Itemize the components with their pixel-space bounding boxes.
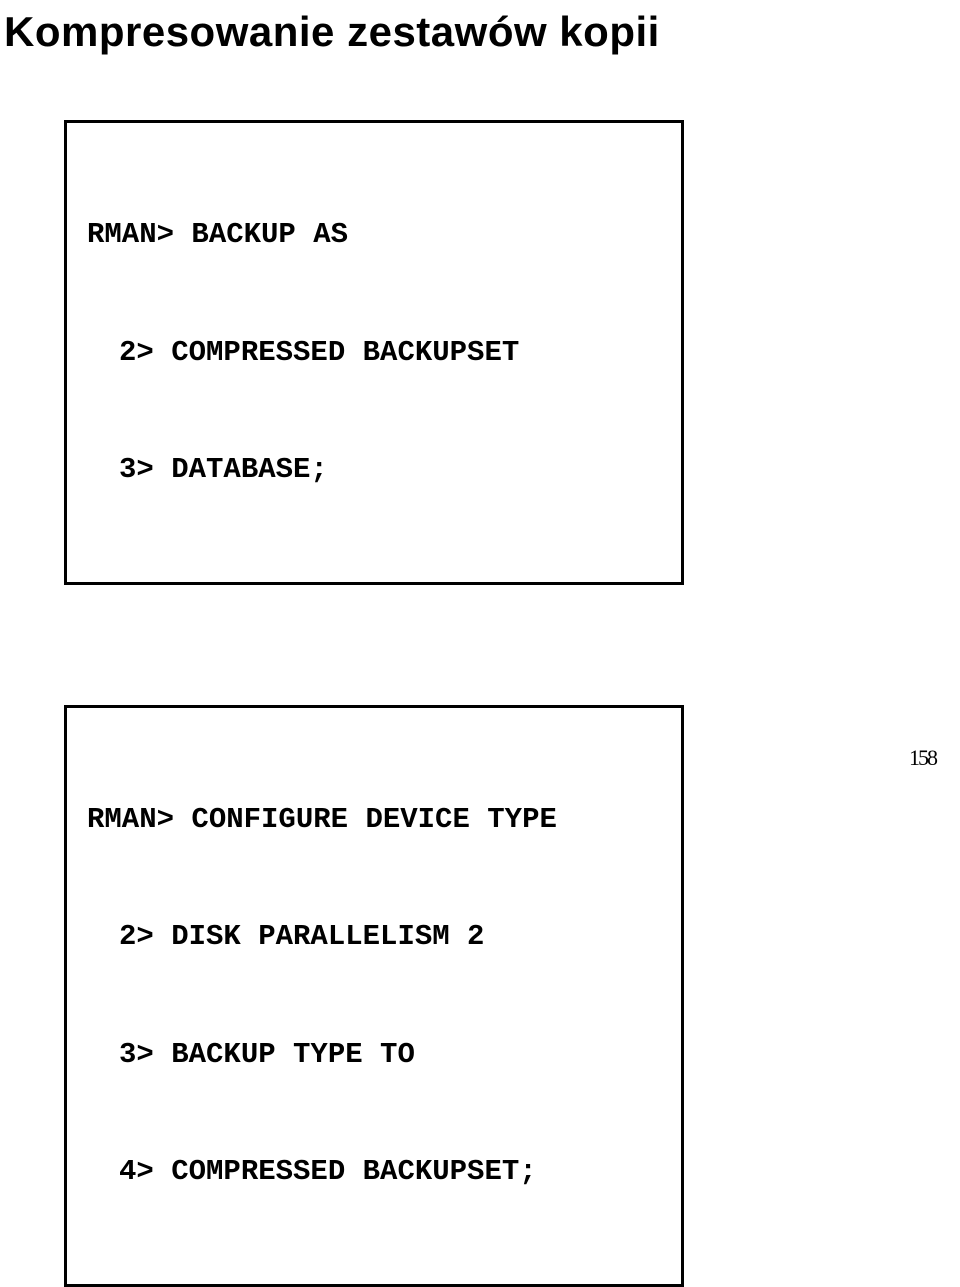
code-line: 3> DATABASE; [87, 450, 661, 489]
code-box-backup: RMAN> BACKUP AS 2> COMPRESSED BACKUPSET … [64, 120, 684, 585]
page: Kompresowanie zestawów kopii RMAN> BACKU… [0, 0, 960, 789]
page-number: 158 [909, 745, 936, 771]
code-line: 3> BACKUP TYPE TO [87, 1035, 661, 1074]
page-title: Kompresowanie zestawów kopii [4, 8, 932, 56]
code-line: 2> DISK PARALLELISM 2 [87, 917, 661, 956]
code-line: 4> COMPRESSED BACKUPSET; [87, 1152, 661, 1191]
code-box-configure: RMAN> CONFIGURE DEVICE TYPE 2> DISK PARA… [64, 705, 684, 1287]
code-line: RMAN> BACKUP AS [87, 215, 661, 254]
code-line: 2> COMPRESSED BACKUPSET [87, 333, 661, 372]
code-line: RMAN> CONFIGURE DEVICE TYPE [87, 800, 661, 839]
